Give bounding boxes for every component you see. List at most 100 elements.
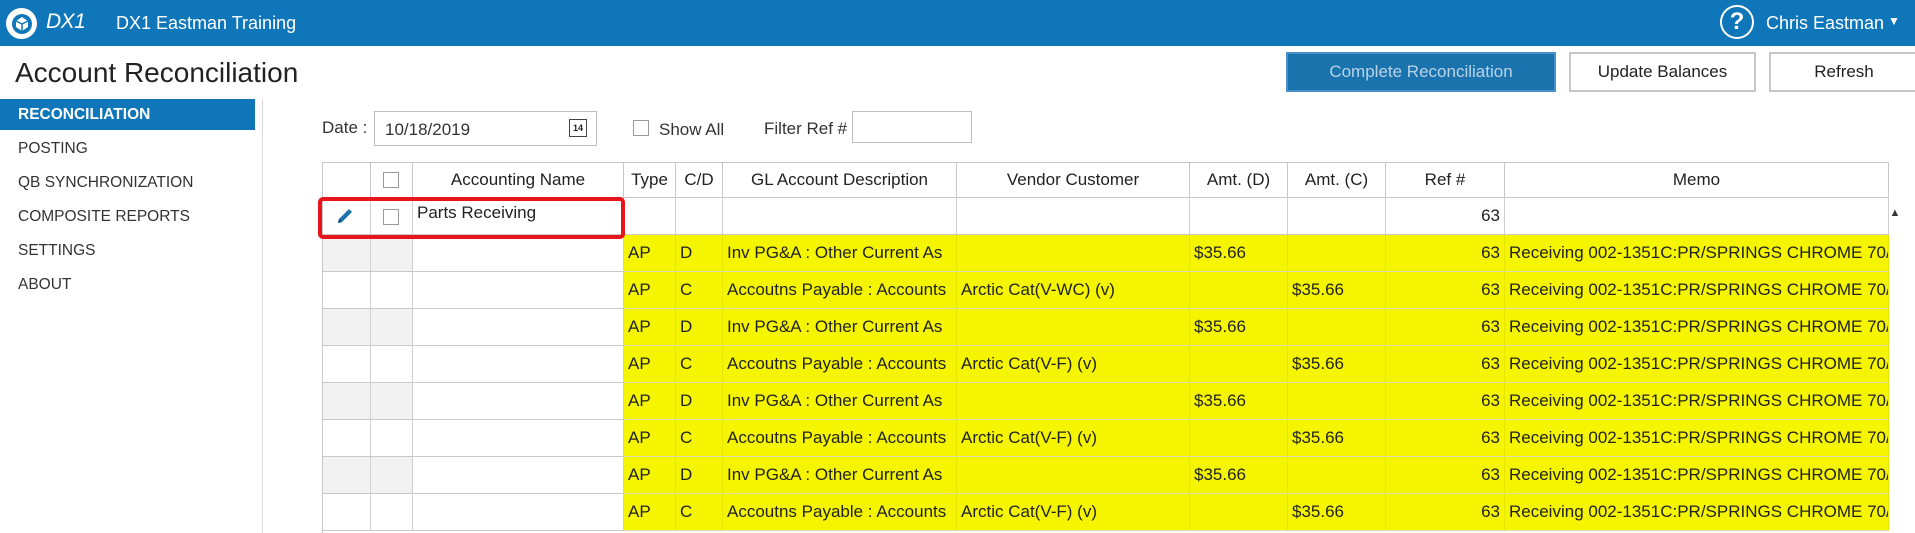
memo-cell[interactable]: Receiving 002-1351C:PR/SPRINGS CHROME 70… bbox=[1505, 309, 1889, 346]
row-accounting-name-cell[interactable] bbox=[413, 494, 624, 531]
column-header-amt-c[interactable]: Amt. (C) bbox=[1288, 162, 1386, 198]
row-accounting-name-cell[interactable] bbox=[413, 420, 624, 457]
amt-d-cell[interactable]: $35.66 bbox=[1190, 383, 1288, 420]
complete-reconciliation-button[interactable]: Complete Reconciliation bbox=[1286, 52, 1556, 92]
amt-c-cell[interactable] bbox=[1288, 235, 1386, 272]
sidebar-item-reconciliation[interactable]: RECONCILIATION bbox=[0, 99, 255, 130]
row-select-cell[interactable] bbox=[371, 235, 413, 272]
calendar-icon[interactable]: 14 bbox=[569, 119, 587, 137]
update-balances-button[interactable]: Update Balances bbox=[1569, 52, 1756, 92]
amt-c-cell[interactable]: $35.66 bbox=[1288, 494, 1386, 531]
cd-cell[interactable]: D bbox=[676, 457, 723, 494]
amt-c-cell[interactable] bbox=[1288, 457, 1386, 494]
sidebar-item-composite-reports[interactable]: COMPOSITE REPORTS bbox=[0, 201, 255, 232]
row-edit-cell[interactable] bbox=[323, 272, 371, 309]
type-cell[interactable]: AP bbox=[624, 494, 676, 531]
scroll-up-arrow-icon[interactable]: ▲ bbox=[1888, 198, 1902, 230]
row-accounting-name-cell[interactable] bbox=[413, 272, 624, 309]
amt-c-cell[interactable]: $35.66 bbox=[1288, 272, 1386, 309]
vendor-customer-cell[interactable]: Arctic Cat(V-F) (v) bbox=[957, 346, 1190, 383]
gl-account-cell[interactable]: Inv PG&A : Other Current As bbox=[723, 309, 957, 346]
gl-account-cell[interactable]: Accoutns Payable : Accounts bbox=[723, 494, 957, 531]
row-accounting-name-cell[interactable] bbox=[413, 235, 624, 272]
gl-account-cell[interactable]: Inv PG&A : Other Current As bbox=[723, 235, 957, 272]
amt-d-cell[interactable] bbox=[1190, 272, 1288, 309]
row-select-cell[interactable] bbox=[371, 383, 413, 420]
type-cell[interactable]: AP bbox=[624, 272, 676, 309]
row-edit-cell[interactable] bbox=[323, 309, 371, 346]
type-cell[interactable]: AP bbox=[624, 420, 676, 457]
sidebar-item-about[interactable]: ABOUT bbox=[0, 269, 255, 300]
row-accounting-name-cell[interactable] bbox=[413, 346, 624, 383]
column-header-ref[interactable]: Ref # bbox=[1386, 162, 1505, 198]
amt-c-cell[interactable]: $35.66 bbox=[1288, 346, 1386, 383]
gl-account-cell[interactable]: Accoutns Payable : Accounts bbox=[723, 420, 957, 457]
show-all-checkbox[interactable] bbox=[633, 120, 649, 136]
user-menu[interactable]: Chris Eastman bbox=[1766, 13, 1884, 34]
gl-account-cell[interactable]: Inv PG&A : Other Current As bbox=[723, 457, 957, 494]
amt-c-cell[interactable]: $35.66 bbox=[1288, 420, 1386, 457]
amt-d-cell[interactable] bbox=[1190, 346, 1288, 383]
memo-cell[interactable]: Receiving 002-1351C:PR/SPRINGS CHROME 70… bbox=[1505, 457, 1889, 494]
memo-cell[interactable]: Receiving 002-1351C:PR/SPRINGS CHROME 70… bbox=[1505, 346, 1889, 383]
cd-cell[interactable]: C bbox=[676, 272, 723, 309]
memo-cell[interactable]: Receiving 002-1351C:PR/SPRINGS CHROME 70… bbox=[1505, 420, 1889, 457]
vendor-customer-cell[interactable]: Arctic Cat(V-F) (v) bbox=[957, 494, 1190, 531]
ref-cell[interactable]: 63 bbox=[1386, 235, 1505, 272]
filter-ref-input[interactable] bbox=[852, 111, 972, 143]
column-header-memo[interactable]: Memo bbox=[1505, 162, 1889, 198]
row-edit-cell[interactable] bbox=[323, 346, 371, 383]
row-select-cell[interactable] bbox=[371, 272, 413, 309]
amt-d-cell[interactable] bbox=[1190, 494, 1288, 531]
chevron-down-icon[interactable]: ▼ bbox=[1888, 14, 1900, 28]
sidebar-item-posting[interactable]: POSTING bbox=[0, 133, 255, 164]
column-header-accounting-name[interactable]: Accounting Name bbox=[413, 162, 624, 198]
select-all-checkbox[interactable] bbox=[383, 172, 399, 188]
row-accounting-name-cell[interactable] bbox=[413, 383, 624, 420]
vendor-customer-cell[interactable] bbox=[957, 457, 1190, 494]
memo-cell[interactable]: Receiving 002-1351C:PR/SPRINGS CHROME 70… bbox=[1505, 272, 1889, 309]
vendor-customer-cell[interactable] bbox=[957, 383, 1190, 420]
cd-cell[interactable]: D bbox=[676, 383, 723, 420]
type-cell[interactable]: AP bbox=[624, 346, 676, 383]
ref-cell[interactable]: 63 bbox=[1386, 383, 1505, 420]
column-header-vendor-customer[interactable]: Vendor Customer bbox=[957, 162, 1190, 198]
column-header-amt-d[interactable]: Amt. (D) bbox=[1190, 162, 1288, 198]
ref-cell[interactable]: 63 bbox=[1386, 346, 1505, 383]
dx1-logo-icon[interactable] bbox=[6, 8, 37, 39]
row-select-cell[interactable] bbox=[371, 346, 413, 383]
refresh-button[interactable]: Refresh bbox=[1769, 52, 1915, 92]
gl-account-cell[interactable]: Accoutns Payable : Accounts bbox=[723, 272, 957, 309]
memo-cell[interactable]: Receiving 002-1351C:PR/SPRINGS CHROME 70… bbox=[1505, 383, 1889, 420]
row-select-cell[interactable] bbox=[371, 420, 413, 457]
row-edit-cell[interactable] bbox=[323, 383, 371, 420]
cd-cell[interactable]: C bbox=[676, 346, 723, 383]
amt-d-cell[interactable]: $35.66 bbox=[1190, 309, 1288, 346]
column-header-gl-account[interactable]: GL Account Description bbox=[723, 162, 957, 198]
gl-account-cell[interactable]: Inv PG&A : Other Current As bbox=[723, 383, 957, 420]
date-field[interactable]: 10/18/2019 14 bbox=[374, 111, 597, 146]
type-cell[interactable]: AP bbox=[624, 383, 676, 420]
sidebar-item-settings[interactable]: SETTINGS bbox=[0, 235, 255, 266]
cd-cell[interactable]: D bbox=[676, 235, 723, 272]
ref-cell[interactable]: 63 bbox=[1386, 457, 1505, 494]
amt-c-cell[interactable] bbox=[1288, 383, 1386, 420]
amt-d-cell[interactable]: $35.66 bbox=[1190, 235, 1288, 272]
row-select-cell[interactable] bbox=[371, 494, 413, 531]
column-header-cd[interactable]: C/D bbox=[676, 162, 723, 198]
sidebar-item-qb-synchronization[interactable]: QB SYNCHRONIZATION bbox=[0, 167, 255, 198]
ref-cell[interactable]: 63 bbox=[1386, 309, 1505, 346]
memo-cell[interactable]: Receiving 002-1351C:PR/SPRINGS CHROME 70… bbox=[1505, 494, 1889, 531]
memo-cell[interactable]: Receiving 002-1351C:PR/SPRINGS CHROME 70… bbox=[1505, 235, 1889, 272]
vendor-customer-cell[interactable]: Arctic Cat(V-F) (v) bbox=[957, 420, 1190, 457]
vendor-customer-cell[interactable] bbox=[957, 235, 1190, 272]
row-edit-cell[interactable] bbox=[323, 420, 371, 457]
help-icon[interactable]: ? bbox=[1720, 5, 1754, 39]
ref-cell[interactable]: 63 bbox=[1386, 420, 1505, 457]
row-edit-cell[interactable] bbox=[323, 235, 371, 272]
ref-cell[interactable]: 63 bbox=[1386, 494, 1505, 531]
vendor-customer-cell[interactable] bbox=[957, 309, 1190, 346]
type-cell[interactable]: AP bbox=[624, 235, 676, 272]
cd-cell[interactable]: C bbox=[676, 420, 723, 457]
row-select-cell[interactable] bbox=[371, 309, 413, 346]
